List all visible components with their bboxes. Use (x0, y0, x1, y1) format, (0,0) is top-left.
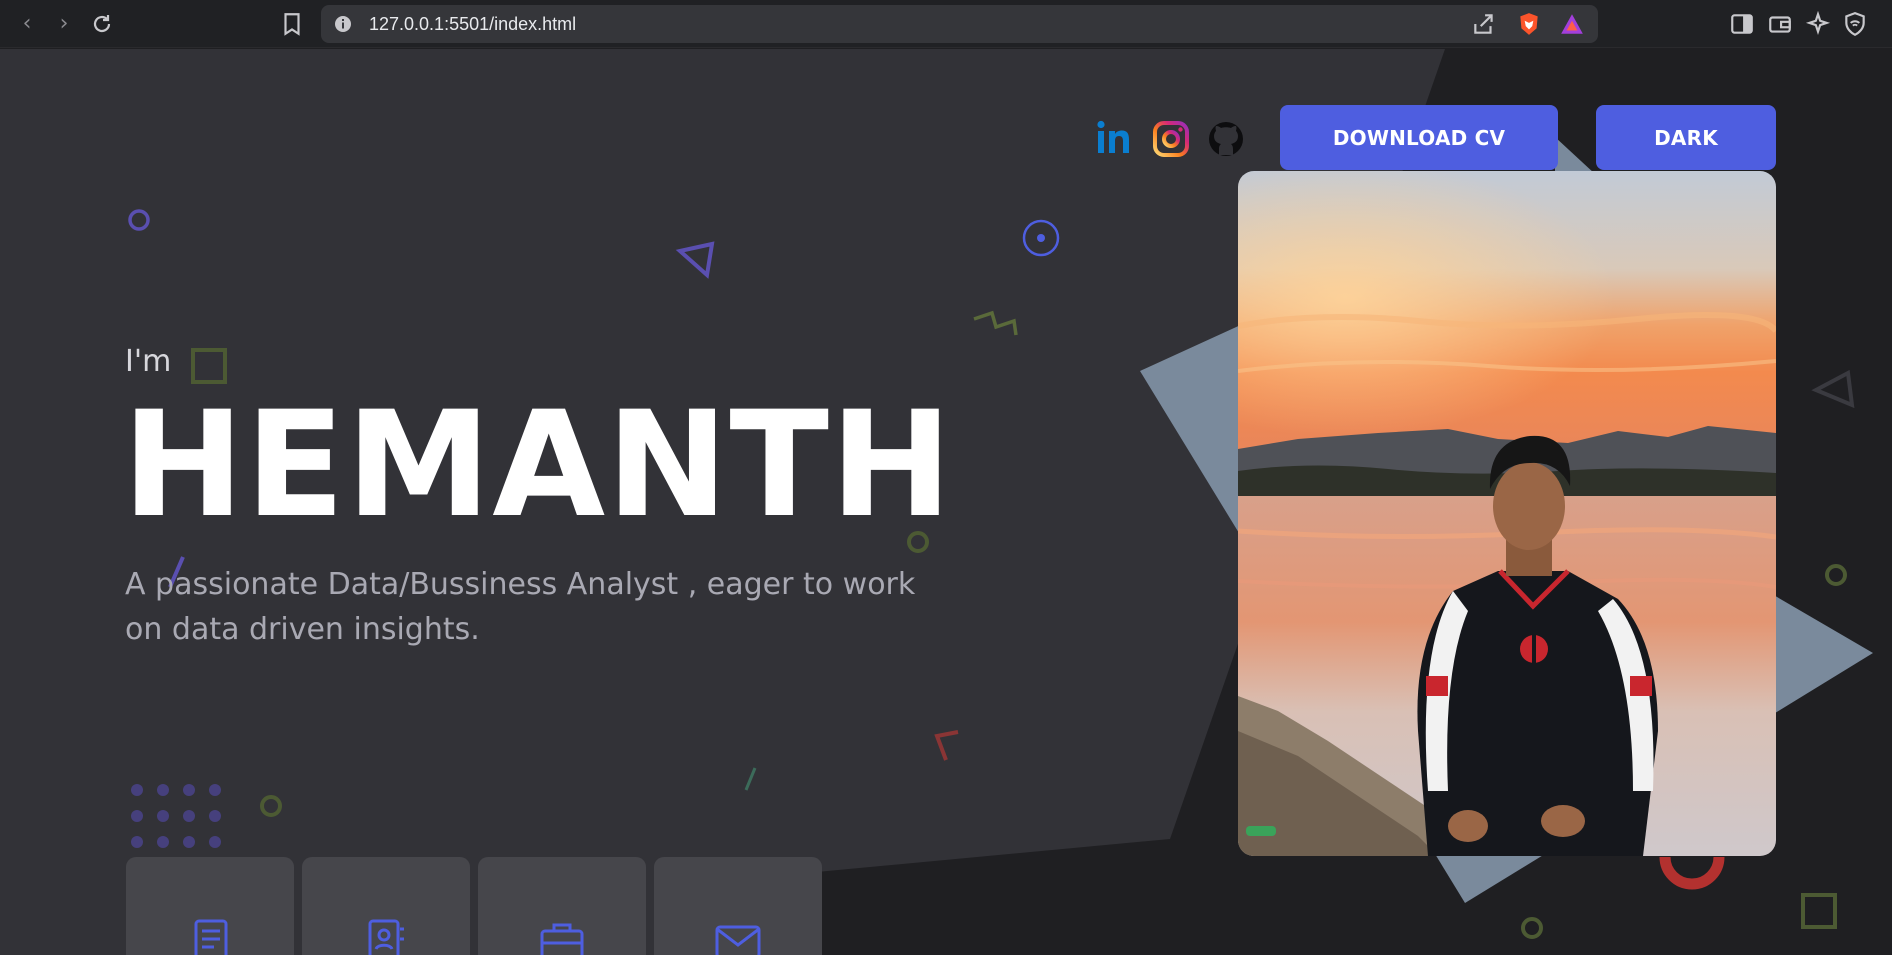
vpn-shield-icon[interactable] (1842, 11, 1868, 37)
theme-toggle-button[interactable]: DARK (1596, 105, 1776, 170)
instagram-icon[interactable] (1151, 119, 1191, 159)
hero-name: HEMANTH (122, 380, 954, 550)
url-text: 127.0.0.1:5501/index.html (369, 14, 577, 34)
intro-text: I'm (125, 344, 172, 379)
sidebar-icon[interactable] (1729, 11, 1755, 37)
linkedin-icon[interactable] (1095, 119, 1135, 159)
leo-ai-icon[interactable] (1805, 11, 1831, 37)
back-icon[interactable]: ‹ (15, 12, 39, 36)
nav-card-contact[interactable] (302, 857, 470, 955)
document-icon (194, 919, 228, 955)
share-icon[interactable] (1471, 11, 1497, 37)
forward-icon[interactable]: › (52, 12, 76, 36)
download-cv-button[interactable]: DOWNLOAD CV (1280, 105, 1558, 170)
wallet-icon[interactable] (1767, 11, 1793, 37)
contact-book-icon (368, 919, 404, 955)
briefcase-icon (540, 923, 584, 955)
reload-icon[interactable] (90, 12, 114, 36)
site-info-icon[interactable] (333, 14, 353, 34)
github-icon[interactable] (1206, 119, 1246, 159)
brave-rewards-icon[interactable] (1559, 11, 1585, 37)
browser-toolbar: ‹ › 127.0.0.1:5501/index.html (0, 0, 1892, 48)
bookmark-icon[interactable] (279, 11, 305, 37)
portfolio-page: DOWNLOAD CV DARK I'm HEMANTH A passionat… (0, 49, 1892, 955)
nav-card-email[interactable] (654, 857, 822, 955)
profile-photo (1238, 171, 1776, 856)
nav-card-experience[interactable] (478, 857, 646, 955)
address-bar[interactable]: 127.0.0.1:5501/index.html (321, 5, 1598, 43)
nav-card-resume[interactable] (126, 857, 294, 955)
hero-tagline: A passionate Data/Bussiness Analyst , ea… (125, 567, 916, 647)
mail-icon (715, 925, 761, 955)
brave-shields-icon[interactable] (1516, 11, 1542, 37)
